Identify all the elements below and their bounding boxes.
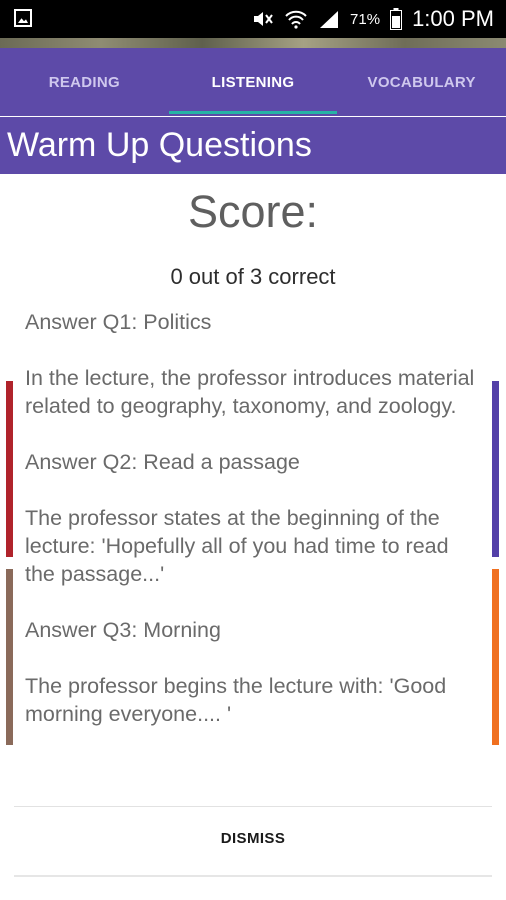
battery-percent: 71% <box>350 10 381 28</box>
answer-label: Answer Q3: Morning <box>25 618 221 642</box>
answer-explanation: The professor begins the lecture with: '… <box>25 674 447 726</box>
signal-icon <box>320 11 339 28</box>
answer-explanation: In the lecture, the professor introduces… <box>25 366 475 418</box>
right-edge-bar-purple <box>492 381 499 557</box>
mute-icon <box>254 12 273 26</box>
battery-icon <box>390 8 403 30</box>
left-edge-bar-brown <box>6 569 13 745</box>
tab-reading[interactable]: READING <box>0 48 169 116</box>
left-edge-bar-red <box>6 381 13 557</box>
answer-label: Answer Q2: Read a passage <box>25 450 300 474</box>
status-bar: 71% 1:00 PM <box>0 0 506 38</box>
dismiss-button[interactable]: DISMISS <box>0 830 506 847</box>
header-image-strip <box>0 38 506 48</box>
answers-list: Answer Q1: Politics In the lecture, the … <box>25 308 475 728</box>
clock: 1:00 PM <box>412 6 494 31</box>
score-title: Score: <box>187 186 319 237</box>
tab-bar: READING LISTENING VOCABULARY <box>0 48 506 116</box>
answer-explanation: The professor states at the beginning of… <box>25 506 449 586</box>
page-title: Warm Up Questions <box>0 117 506 174</box>
right-edge-bar-orange <box>492 569 499 745</box>
score-summary: 0 out of 3 correct <box>170 264 336 288</box>
answer-label: Answer Q1: Politics <box>25 310 212 334</box>
gallery-icon <box>14 9 32 27</box>
dialog-divider <box>14 806 492 807</box>
tab-listening[interactable]: LISTENING <box>168 48 338 116</box>
tab-vocabulary[interactable]: VOCABULARY <box>337 48 506 116</box>
bottom-divider <box>14 875 492 877</box>
wifi-icon <box>285 10 307 29</box>
status-icons: 71% 1:00 PM <box>252 6 494 32</box>
